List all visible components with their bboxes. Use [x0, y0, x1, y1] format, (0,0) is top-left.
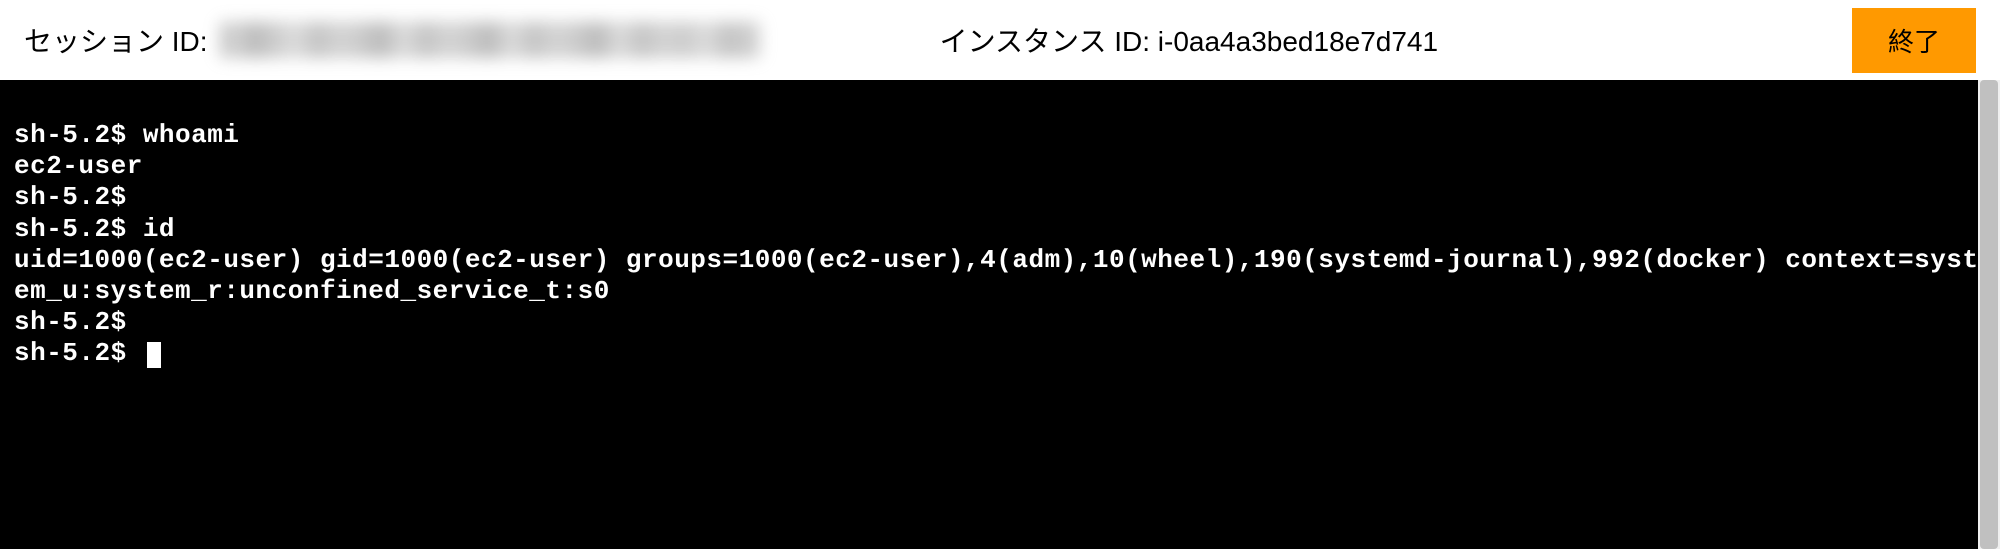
instance-id-section: インスタンス ID: i-0aa4a3bed18e7d741	[940, 20, 1439, 60]
terminal-output-text: ec2-user	[14, 151, 143, 181]
instance-id-label: インスタンス ID:	[940, 26, 1150, 57]
terminal-line: sh-5.2$	[14, 182, 1986, 213]
terminal-cursor	[147, 342, 161, 368]
terminal-prompt: sh-5.2$	[14, 338, 143, 368]
end-session-button[interactable]: 終了	[1852, 8, 1976, 73]
session-id-value-redacted	[220, 22, 760, 58]
terminal-line: sh-5.2$ whoami	[14, 120, 1986, 151]
terminal-prompt: sh-5.2$	[14, 214, 143, 244]
terminal-prompt: sh-5.2$	[14, 120, 143, 150]
instance-id-value: i-0aa4a3bed18e7d741	[1158, 26, 1438, 57]
terminal-line: ec2-user	[14, 151, 1986, 182]
terminal-output-text: uid=1000(ec2-user) gid=1000(ec2-user) gr…	[14, 245, 1979, 306]
terminal-line: sh-5.2$ id	[14, 214, 1986, 245]
terminal-line: sh-5.2$	[14, 338, 1986, 369]
terminal-line: sh-5.2$	[14, 307, 1986, 338]
terminal-command: whoami	[143, 120, 240, 150]
scrollbar-thumb[interactable]	[1980, 80, 1998, 549]
terminal-prompt: sh-5.2$	[14, 307, 127, 337]
session-header: セッション ID: インスタンス ID: i-0aa4a3bed18e7d741…	[0, 0, 2000, 80]
session-id-label: セッション ID:	[24, 20, 208, 60]
terminal-prompt: sh-5.2$	[14, 182, 127, 212]
terminal-command: id	[143, 214, 175, 244]
session-id-section: セッション ID:	[24, 20, 760, 60]
terminal-line: uid=1000(ec2-user) gid=1000(ec2-user) gr…	[14, 245, 1986, 307]
terminal-output[interactable]: sh-5.2$ whoamiec2-usersh-5.2$sh-5.2$ idu…	[0, 80, 2000, 549]
terminal-scrollbar[interactable]	[1978, 80, 2000, 549]
